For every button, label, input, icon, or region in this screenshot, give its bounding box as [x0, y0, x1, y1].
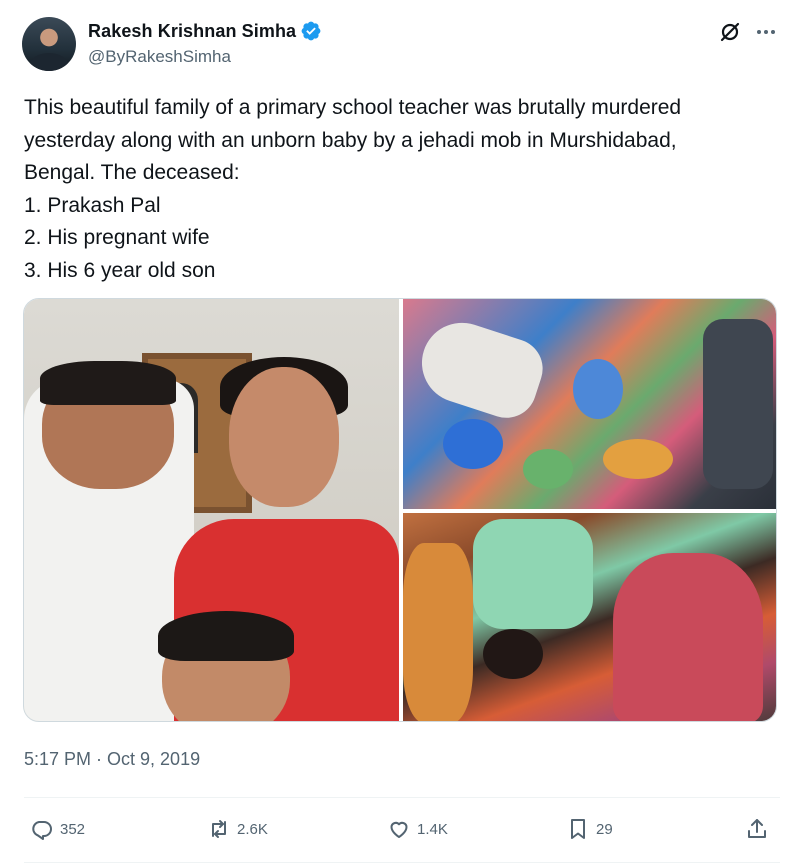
photo-figure — [403, 543, 473, 721]
mourners-photo[interactable] — [403, 513, 776, 721]
photo-green-shirt — [473, 519, 593, 629]
divider — [24, 862, 780, 863]
photo-pattern-blob — [443, 419, 503, 469]
cloth-photo[interactable] — [403, 299, 776, 509]
verified-badge-icon[interactable] — [300, 20, 322, 42]
share-icon — [748, 819, 766, 838]
tweet-text-line: 2. His pregnant wife — [24, 226, 210, 249]
media-grid — [23, 298, 777, 722]
photo-pattern-blob — [703, 319, 773, 489]
photo-man-hair — [40, 361, 176, 405]
like-button[interactable]: 1.4K — [387, 812, 448, 846]
reply-icon — [32, 821, 52, 840]
bookmark-icon — [571, 819, 585, 839]
like-count: 1.4K — [417, 820, 448, 838]
tweet-text-line: Bengal. The deceased: — [24, 161, 240, 184]
share-button[interactable] — [745, 812, 769, 846]
photo-boy-hair — [158, 611, 294, 661]
author-name-row: Rakesh Krishnan Simha — [88, 20, 322, 42]
repost-count: 2.6K — [237, 820, 268, 838]
reply-count: 352 — [60, 820, 86, 838]
repost-button[interactable]: 2.6K — [207, 812, 268, 846]
repost-icon — [212, 820, 226, 838]
tweet-text: This beautiful family of a primary schoo… — [24, 92, 782, 287]
author-handle[interactable]: @ByRakeshSimha — [88, 47, 231, 67]
family-photo[interactable] — [24, 299, 399, 721]
action-bar: 352 2.6K 1.4K 29 — [0, 812, 804, 846]
tweet-text-line: 1. Prakash Pal — [24, 193, 161, 217]
tweet-text-line: 3. His 6 year old son — [24, 258, 216, 282]
tweet-timestamp[interactable]: 5:17 PM · Oct 9, 2019 — [24, 749, 200, 770]
bookmark-count: 29 — [596, 820, 613, 838]
photo-woman-head — [229, 367, 339, 507]
photo-pattern-blob — [523, 449, 573, 489]
more-icon[interactable] — [754, 20, 778, 44]
photo-child-head — [483, 629, 543, 679]
tweet-text-line: yesterday along with an unborn baby by a… — [24, 128, 677, 152]
author-display-name[interactable]: Rakesh Krishnan Simha — [88, 21, 296, 42]
bookmark-button[interactable]: 29 — [566, 812, 613, 846]
photo-gloved-hand — [411, 312, 551, 426]
photo-pattern-blob — [573, 359, 623, 419]
photo-pattern-blob — [603, 439, 673, 479]
grok-icon[interactable] — [718, 20, 742, 44]
like-icon — [390, 821, 408, 838]
avatar[interactable] — [22, 17, 76, 71]
reply-button[interactable]: 352 — [30, 812, 85, 846]
photo-figure — [613, 553, 763, 721]
avatar-shoulders — [30, 53, 68, 71]
tweet-text-line: This beautiful family of a primary schoo… — [24, 96, 682, 119]
divider — [24, 797, 780, 798]
